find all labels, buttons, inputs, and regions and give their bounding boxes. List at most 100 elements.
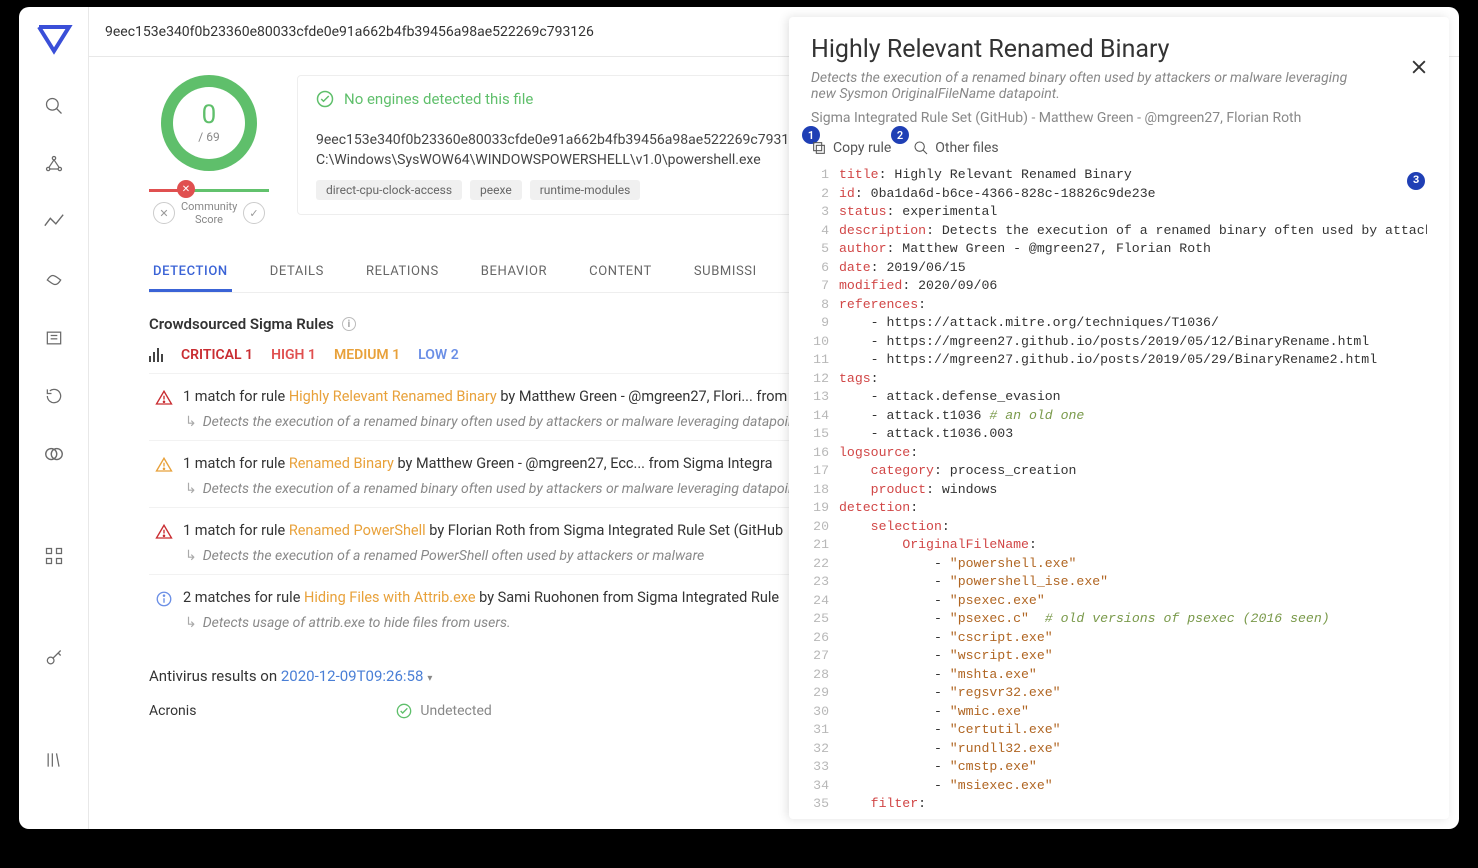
code-line: 32 - "rundll32.exe" bbox=[811, 740, 1427, 759]
sev-critical[interactable]: CRITICAL 1 bbox=[181, 347, 253, 363]
code-line: 8references: bbox=[811, 296, 1427, 315]
sev-low[interactable]: LOW 2 bbox=[418, 347, 459, 363]
key-icon[interactable] bbox=[43, 647, 65, 669]
callout-3: 3 bbox=[1407, 172, 1425, 190]
code-line: 18 product: windows bbox=[811, 481, 1427, 500]
tag[interactable]: runtime-modules bbox=[530, 180, 641, 200]
history-icon[interactable] bbox=[43, 385, 65, 407]
tag[interactable]: peexe bbox=[470, 180, 522, 200]
code-block[interactable]: 1title: Highly Relevant Renamed Binary2i… bbox=[811, 166, 1427, 809]
code-line: 33 - "cmstp.exe" bbox=[811, 758, 1427, 777]
community-label: Community Score bbox=[181, 200, 237, 226]
tab-behavior[interactable]: BEHAVIOR bbox=[477, 254, 551, 292]
rule-desc: Detects usage of attrib.exe to hide file… bbox=[203, 615, 511, 631]
code-line: 13 - attack.defense_evasion bbox=[811, 388, 1427, 407]
other-files-button[interactable]: Other files bbox=[913, 140, 998, 156]
code-line: 4description: Detects the execution of a… bbox=[811, 222, 1427, 241]
panel-title: Highly Relevant Renamed Binary bbox=[811, 35, 1427, 64]
chevron-down-icon: ▾ bbox=[427, 673, 432, 684]
community-x-icon[interactable]: ✕ bbox=[153, 202, 175, 224]
code-line: 16logsource: bbox=[811, 444, 1427, 463]
qr-icon[interactable] bbox=[43, 545, 65, 567]
code-line: 15 - attack.t1036.003 bbox=[811, 425, 1427, 444]
rule-desc: Detects the execution of a renamed binar… bbox=[203, 481, 804, 497]
tab-submissions[interactable]: SUBMISSI bbox=[690, 254, 761, 292]
code-line: 10 - https://mgreen27.github.io/posts/20… bbox=[811, 333, 1427, 352]
sub-arrow-icon: ↳ bbox=[185, 481, 197, 497]
code-line: 2id: 0ba1da6d-b6ce-4366-828c-18826c9de23… bbox=[811, 185, 1427, 204]
info-icon[interactable]: i bbox=[342, 317, 356, 331]
code-line: 21 OriginalFileName: bbox=[811, 536, 1427, 555]
search-icon[interactable] bbox=[43, 95, 65, 117]
copy-rule-button[interactable]: Copy rule bbox=[811, 140, 891, 156]
severity-bars-icon bbox=[149, 348, 163, 362]
sev-high[interactable]: HIGH 1 bbox=[271, 347, 316, 363]
tag[interactable]: direct-cpu-clock-access bbox=[316, 180, 462, 200]
tab-content[interactable]: CONTENT bbox=[585, 254, 656, 292]
code-line: 11 - https://mgreen27.github.io/posts/20… bbox=[811, 351, 1427, 370]
code-line: 27 - "wscript.exe" bbox=[811, 647, 1427, 666]
code-line: 19detection: bbox=[811, 499, 1427, 518]
severity-icon bbox=[155, 456, 173, 478]
rule-panel: Highly Relevant Renamed Binary Detects t… bbox=[789, 17, 1449, 819]
notify-icon[interactable] bbox=[43, 269, 65, 291]
copy-icon bbox=[811, 140, 827, 156]
logo[interactable] bbox=[34, 19, 74, 59]
graph-icon[interactable] bbox=[43, 153, 65, 175]
av-status-text: Undetected bbox=[420, 703, 491, 719]
sev-medium[interactable]: MEDIUM 1 bbox=[334, 347, 400, 363]
rule-desc: Detects the execution of a renamed Power… bbox=[203, 548, 705, 564]
sub-arrow-icon: ↳ bbox=[185, 615, 197, 631]
av-timestamp: 2020-12-09T09:26:58 bbox=[281, 667, 424, 685]
severity-icon bbox=[155, 523, 173, 545]
check-circle-icon bbox=[396, 703, 412, 719]
code-line: 23 - "powershell_ise.exe" bbox=[811, 573, 1427, 592]
code-line: 28 - "mshta.exe" bbox=[811, 666, 1427, 685]
callout-2: 2 bbox=[891, 126, 909, 144]
community-check-icon[interactable]: ✓ bbox=[243, 202, 265, 224]
trend-icon[interactable] bbox=[43, 211, 65, 233]
search-icon bbox=[913, 140, 929, 156]
rule-link[interactable]: Hiding Files with Attrib.exe bbox=[304, 589, 476, 606]
code-line: 3status: experimental bbox=[811, 203, 1427, 222]
sub-arrow-icon: ↳ bbox=[185, 414, 197, 430]
community-bar: ✕ bbox=[149, 189, 269, 192]
code-line: 31 - "certutil.exe" bbox=[811, 721, 1427, 740]
community-bad-icon: ✕ bbox=[177, 180, 195, 198]
library-icon[interactable] bbox=[43, 749, 65, 771]
code-line: 22 - "powershell.exe" bbox=[811, 555, 1427, 574]
severity-icon bbox=[155, 590, 173, 612]
close-icon[interactable] bbox=[1409, 57, 1429, 81]
check-circle-icon bbox=[316, 90, 334, 108]
panel-source: Sigma Integrated Rule Set (GitHub) - Mat… bbox=[811, 110, 1427, 126]
code-line: 26 - "cscript.exe" bbox=[811, 629, 1427, 648]
code-line: 25 - "psexec.c" # old versions of psexec… bbox=[811, 610, 1427, 629]
code-line: 7modified: 2020/09/06 bbox=[811, 277, 1427, 296]
code-line: 5author: Matthew Green - @mgreen27, Flor… bbox=[811, 240, 1427, 259]
code-line: 1title: Highly Relevant Renamed Binary bbox=[811, 166, 1427, 185]
tab-relations[interactable]: RELATIONS bbox=[362, 254, 443, 292]
tab-detection[interactable]: DETECTION bbox=[149, 254, 232, 292]
code-line: 14 - attack.t1036 # an old one bbox=[811, 407, 1427, 426]
rule-link[interactable]: Renamed Binary bbox=[289, 455, 394, 472]
tab-details[interactable]: DETAILS bbox=[266, 254, 328, 292]
list-icon[interactable] bbox=[43, 327, 65, 349]
code-line: 24 - "psexec.exe" bbox=[811, 592, 1427, 611]
sub-arrow-icon: ↳ bbox=[185, 548, 197, 564]
gauge-den: / 69 bbox=[198, 131, 219, 145]
panel-subtitle: Detects the execution of a renamed binar… bbox=[811, 70, 1371, 102]
rule-desc: Detects the execution of a renamed binar… bbox=[203, 414, 804, 430]
venn-icon[interactable] bbox=[43, 443, 65, 465]
av-vendor: Acronis bbox=[149, 703, 196, 719]
code-line: 6date: 2019/06/15 bbox=[811, 259, 1427, 278]
rule-link[interactable]: Renamed PowerShell bbox=[289, 522, 426, 539]
sigma-title: Crowdsourced Sigma Rules bbox=[149, 315, 334, 333]
code-line: 20 selection: bbox=[811, 518, 1427, 537]
rule-link[interactable]: Highly Relevant Renamed Binary bbox=[289, 388, 497, 405]
code-line: 29 - "regsvr32.exe" bbox=[811, 684, 1427, 703]
gauge-num: 0 bbox=[198, 101, 219, 131]
code-line: 30 - "wmic.exe" bbox=[811, 703, 1427, 722]
code-line: 17 category: process_creation bbox=[811, 462, 1427, 481]
topbar-hash: 9eec153e340f0b23360e80033cfde0e91a662b4f… bbox=[105, 24, 594, 40]
code-line: 34 - "msiexec.exe" bbox=[811, 777, 1427, 796]
